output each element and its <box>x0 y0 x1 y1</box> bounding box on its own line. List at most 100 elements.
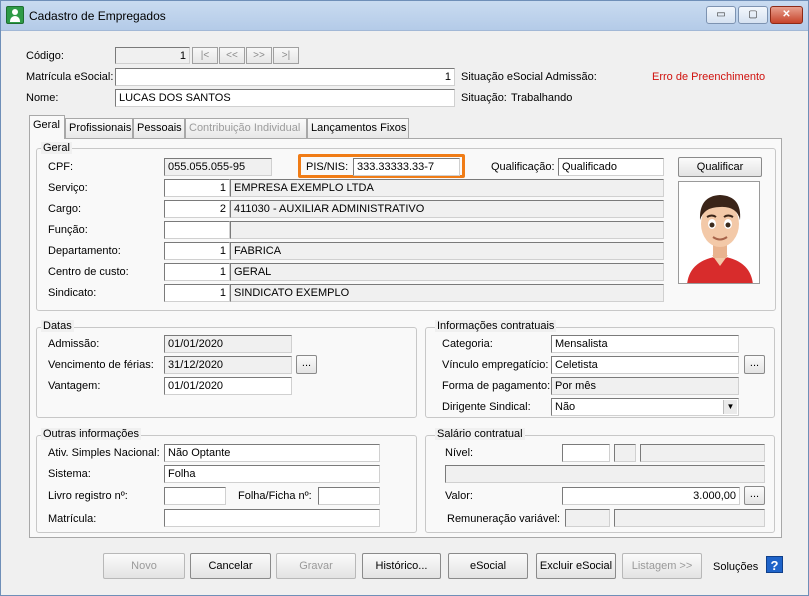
categoria-label: Categoria: <box>442 338 493 350</box>
qualificar-button[interactable]: Qualificar <box>678 157 762 177</box>
first-record-button[interactable]: |< <box>192 47 218 64</box>
valor-field[interactable]: 3.000,00 <box>562 487 740 505</box>
esocial-button[interactable]: eSocial <box>448 553 528 579</box>
minimize-button[interactable]: ▭ <box>706 6 736 24</box>
sistema-field[interactable]: Folha <box>164 465 380 483</box>
last-record-button[interactable]: >| <box>273 47 299 64</box>
sindicato-code-field[interactable]: 1 <box>164 284 230 302</box>
servico-name-field: EMPRESA EXEMPLO LTDA <box>230 179 664 197</box>
dirigente-select[interactable]: Não ▼ <box>551 398 739 416</box>
ferias-label: Vencimento de férias: <box>48 359 154 371</box>
nivel-description-field <box>445 465 765 483</box>
prev-record-button[interactable]: << <box>219 47 245 64</box>
codigo-field[interactable]: 1 <box>115 47 190 64</box>
tab-profissionais[interactable]: Profissionais <box>65 118 133 138</box>
funcao-code-field[interactable] <box>164 221 230 239</box>
admissao-field: 01/01/2020 <box>164 335 292 353</box>
ferias-ellipsis-button[interactable]: ... <box>296 355 317 374</box>
livro-field[interactable] <box>164 487 226 505</box>
cargo-name-field: 411030 - AUXILIAR ADMINISTRATIVO <box>230 200 664 218</box>
situacao-esocial-label: Situação eSocial Admissão: <box>461 71 597 83</box>
admissao-label: Admissão: <box>48 338 100 350</box>
geral-group-title: Geral <box>41 142 72 154</box>
vantagem-field[interactable]: 01/01/2020 <box>164 377 292 395</box>
matricula-esocial-field[interactable]: 1 <box>115 68 455 86</box>
listagem-button[interactable]: Listagem >> <box>622 553 702 579</box>
sindicato-name-field: SINDICATO EXEMPLO <box>230 284 664 302</box>
person-icon <box>6 6 24 24</box>
servico-code-field[interactable]: 1 <box>164 179 230 197</box>
solucoes-link[interactable]: Soluções <box>713 561 758 573</box>
centro-custo-code-field[interactable]: 1 <box>164 263 230 281</box>
historico-button[interactable]: Histórico... <box>362 553 441 579</box>
vinculo-label: Vínculo empregatício: <box>442 359 549 371</box>
dirigente-label: Dirigente Sindical: <box>442 401 531 413</box>
help-icon[interactable]: ? <box>766 556 783 573</box>
vinculo-field[interactable]: Celetista <box>551 356 739 374</box>
remuneracao-label: Remuneração variável: <box>447 513 561 525</box>
folha-field[interactable] <box>318 487 380 505</box>
avatar-icon <box>679 182 759 283</box>
nivel-label: Nível: <box>445 447 474 459</box>
tab-contribuicao-individual[interactable]: Contribuição Individual <box>185 118 307 138</box>
situacao-esocial-value: Erro de Preenchimento <box>652 71 766 83</box>
nivel-field-1[interactable] <box>562 444 610 462</box>
nome-label: Nome: <box>26 92 59 104</box>
sindicato-label: Sindicato: <box>48 287 97 299</box>
simples-field[interactable]: Não Optante <box>164 444 380 462</box>
window-title: Cadastro de Empregados <box>29 9 166 23</box>
next-record-button[interactable]: >> <box>246 47 272 64</box>
livro-label: Livro registro nº: <box>48 490 128 502</box>
departamento-code-field[interactable]: 1 <box>164 242 230 260</box>
vinculo-ellipsis-button[interactable]: ... <box>744 355 765 374</box>
pis-label: PIS/NIS: <box>306 161 349 173</box>
situacao-label: Situação: <box>461 92 507 104</box>
cpf-label: CPF: <box>48 161 74 173</box>
ferias-field: 31/12/2020 <box>164 356 292 374</box>
categoria-field[interactable]: Mensalista <box>551 335 739 353</box>
departamento-name-field: FABRICA <box>230 242 664 260</box>
excluir-esocial-button[interactable]: Excluir eSocial <box>536 553 616 579</box>
centro-custo-name-field: GERAL <box>230 263 664 281</box>
matricula-label: Matrícula: <box>48 513 97 525</box>
salario-group-title: Salário contratual <box>435 428 525 440</box>
qualificacao-field[interactable]: Qualificado <box>558 158 664 176</box>
codigo-label: Código: <box>26 50 64 62</box>
chevron-down-icon[interactable]: ▼ <box>723 400 737 414</box>
departamento-label: Departamento: <box>48 245 121 257</box>
nome-field[interactable]: LUCAS DOS SANTOS <box>115 89 455 107</box>
employee-window: Cadastro de Empregados ▭ ▢ ✕ Código: 1 |… <box>0 0 809 596</box>
remuneracao-field-1 <box>565 509 610 527</box>
close-button[interactable]: ✕ <box>770 6 803 24</box>
novo-button[interactable]: Novo <box>103 553 185 579</box>
funcao-label: Função: <box>48 224 88 236</box>
cancelar-button[interactable]: Cancelar <box>190 553 271 579</box>
vantagem-label: Vantagem: <box>48 380 101 392</box>
remuneracao-field-2 <box>614 509 765 527</box>
contratuais-group-title: Informações contratuais <box>435 320 557 332</box>
qualificacao-label: Qualificação: <box>491 161 555 173</box>
cpf-field[interactable]: 055.055.055-95 <box>164 158 272 176</box>
cargo-label: Cargo: <box>48 203 82 215</box>
valor-label: Valor: <box>445 490 473 502</box>
matricula-esocial-label: Matrícula eSocial: <box>26 71 114 83</box>
tab-pessoais[interactable]: Pessoais <box>133 118 185 138</box>
tab-geral[interactable]: Geral <box>29 115 65 139</box>
cargo-code-field[interactable]: 2 <box>164 200 230 218</box>
maximize-button[interactable]: ▢ <box>738 6 768 24</box>
employee-photo[interactable] <box>678 181 760 284</box>
valor-ellipsis-button[interactable]: ... <box>744 486 765 505</box>
outras-group-title: Outras informações <box>41 428 141 440</box>
matricula-field[interactable] <box>164 509 380 527</box>
nivel-field-3 <box>640 444 765 462</box>
pis-field[interactable]: 333.33333.33-7 <box>353 158 460 176</box>
title-bar[interactable]: Cadastro de Empregados ▭ ▢ ✕ <box>1 1 808 31</box>
tab-lancamentos-fixos[interactable]: Lançamentos Fixos <box>307 118 409 138</box>
datas-group-title: Datas <box>41 320 74 332</box>
pagamento-field: Por mês <box>551 377 739 395</box>
simples-label: Ativ. Simples Nacional: <box>48 447 160 459</box>
nivel-field-2 <box>614 444 636 462</box>
dirigente-select-value: Não <box>555 401 576 413</box>
sistema-label: Sistema: <box>48 468 91 480</box>
gravar-button[interactable]: Gravar <box>276 553 356 579</box>
